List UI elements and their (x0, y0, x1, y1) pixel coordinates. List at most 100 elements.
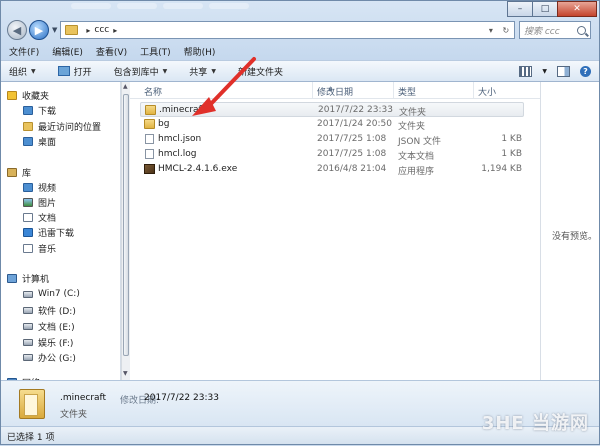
breadcrumb-folder[interactable]: ccc (94, 25, 109, 35)
file-row[interactable]: hmcl.log 2017/7/25 1:08 文本文档 1 KB (140, 147, 524, 162)
nav-libraries[interactable]: 库 (7, 165, 31, 179)
chevron-down-icon[interactable]: ▼ (542, 68, 547, 75)
column-divider[interactable] (393, 82, 394, 98)
document-icon (23, 212, 33, 222)
file-row[interactable]: bg 2017/1/24 20:50 文件夹 (140, 117, 524, 132)
search-icon[interactable] (577, 25, 586, 35)
back-button[interactable]: ◀ (7, 20, 27, 40)
nav-label: 娱乐 (F:) (38, 338, 74, 349)
share-button[interactable]: 共享 ▼ (189, 65, 216, 78)
search-input[interactable]: 搜索 ccc (519, 21, 591, 39)
nav-label: 办公 (G:) (38, 353, 76, 364)
folder-icon (145, 105, 156, 115)
drive-icon (23, 353, 33, 361)
nav-label: 文档 (E:) (38, 322, 75, 333)
nav-pictures[interactable]: 图片 (23, 195, 56, 209)
chevron-down-icon: ▼ (162, 67, 168, 75)
nav-downloads[interactable]: 下载 (23, 103, 56, 117)
file-size: 1,194 KB (481, 164, 522, 174)
drive-icon (23, 322, 33, 330)
column-divider[interactable] (312, 82, 313, 98)
column-size[interactable]: 大小 (478, 85, 496, 98)
view-options-icon[interactable] (519, 65, 533, 77)
breadcrumb-separator-icon[interactable]: ▸ (113, 26, 117, 35)
nav-label: 最近访问的位置 (38, 122, 102, 133)
menu-view[interactable]: 查看(V) (96, 45, 127, 58)
music-icon (23, 243, 33, 253)
explorer-window: – □ ✕ ◀ ▶ ▼ ▸ ccc ▸ ▾ ↻ 搜索 ccc 文件(F) 编辑(… (0, 0, 600, 445)
application-icon (144, 164, 155, 174)
nav-label: 下载 (38, 106, 57, 117)
open-icon (57, 66, 70, 76)
file-row[interactable]: hmcl.json 2017/7/25 1:08 JSON 文件 1 KB (140, 132, 524, 147)
maximize-button[interactable]: □ (532, 1, 558, 17)
menu-file[interactable]: 文件(F) (9, 45, 39, 58)
file-size: 1 KB (501, 134, 522, 144)
nav-music[interactable]: 音乐 (23, 241, 56, 255)
menu-help[interactable]: 帮助(H) (184, 45, 216, 58)
file-size: 1 KB (501, 149, 522, 159)
nav-recent-places[interactable]: 最近访问的位置 (23, 119, 101, 133)
forward-button[interactable]: ▶ (29, 20, 49, 40)
address-bar[interactable]: ▸ ccc ▸ ▾ ↻ (60, 21, 515, 39)
open-label: 打开 (73, 67, 92, 78)
view-controls: ▼ ? (519, 65, 591, 77)
window-controls: – □ ✕ (507, 1, 597, 17)
address-actions: ▾ ↻ (484, 26, 514, 35)
nav-thunder-downloads[interactable]: 迅雷下载 (23, 225, 74, 239)
open-button[interactable]: 打开 (57, 65, 92, 78)
nav-drive-g[interactable]: 办公 (G:) (23, 350, 76, 364)
chevron-down-icon[interactable]: ▾ (489, 26, 493, 35)
status-text: 已选择 1 项 (7, 433, 55, 443)
include-in-library-button[interactable]: 包含到库中 ▼ (114, 65, 168, 78)
new-folder-button[interactable]: 新建文件夹 (238, 65, 283, 78)
column-name[interactable]: 名称 (144, 85, 162, 98)
close-button[interactable]: ✕ (557, 1, 597, 17)
menu-tools[interactable]: 工具(T) (140, 45, 171, 58)
chevron-down-icon: ▼ (31, 67, 36, 75)
arrow-right-icon: ▶ (34, 23, 44, 37)
breadcrumb-separator-icon[interactable]: ▸ (86, 26, 90, 35)
nav-label: 收藏夹 (22, 91, 50, 102)
file-row[interactable]: HMCL-2.4.1.6.exe 2016/4/8 21:04 应用程序 1,1… (140, 162, 524, 177)
nav-drive-e[interactable]: 文档 (E:) (23, 319, 75, 333)
scroll-up-icon[interactable]: ▲ (123, 83, 128, 90)
file-type: 文本文档 (398, 152, 435, 162)
nav-drive-c[interactable]: Win7 (C:) (23, 287, 80, 301)
column-divider[interactable] (473, 82, 474, 98)
help-icon[interactable]: ? (580, 65, 591, 77)
text-file-icon (145, 149, 154, 159)
file-row[interactable]: .minecraft 2017/7/22 23:33 文件夹 (140, 102, 524, 118)
scroll-down-icon[interactable]: ▼ (123, 370, 128, 377)
file-name: hmcl.json (158, 134, 202, 144)
column-type[interactable]: 类型 (398, 85, 416, 98)
minimize-button[interactable]: – (507, 1, 533, 17)
organize-button[interactable]: 组织 ▼ (9, 65, 36, 78)
thunder-icon (23, 227, 33, 237)
navigation-pane: 收藏夹 下载 最近访问的位置 桌面 库 视频 图片 文档 迅雷下载 音乐 计算机… (1, 82, 121, 380)
scrollbar-thumb[interactable] (123, 94, 129, 356)
recent-pages-dropdown[interactable]: ▼ (52, 26, 57, 34)
nav-drive-f[interactable]: 娱乐 (F:) (23, 335, 73, 349)
navigation-row: ◀ ▶ ▼ ▸ ccc ▸ ▾ ↻ 搜索 ccc (7, 19, 591, 41)
nav-label: Win7 (C:) (38, 289, 80, 299)
nav-documents[interactable]: 文档 (23, 210, 56, 224)
nav-desktop[interactable]: 桌面 (23, 134, 56, 148)
column-modified[interactable]: 修改日期 (317, 85, 353, 98)
nav-drive-d[interactable]: 软件 (D:) (23, 303, 76, 317)
nav-label: 迅雷下载 (38, 228, 75, 239)
column-header: 名称 ▲ 修改日期 类型 大小 (130, 82, 540, 99)
preview-pane: 没有预览。 (540, 82, 599, 380)
drive-icon (23, 290, 33, 298)
nav-videos[interactable]: 视频 (23, 180, 56, 194)
file-name: .minecraft (159, 105, 206, 115)
desktop-icon (23, 136, 33, 146)
taskbar-ghost-tabs (71, 3, 249, 13)
nav-computer[interactable]: 计算机 (7, 271, 49, 285)
drive-icon (23, 306, 33, 314)
menu-edit[interactable]: 编辑(E) (52, 45, 83, 58)
preview-pane-icon[interactable] (557, 65, 570, 77)
nav-favorites[interactable]: 收藏夹 (7, 88, 49, 102)
navigation-scrollbar[interactable]: ▲ ▼ (121, 82, 130, 380)
refresh-icon[interactable]: ↻ (502, 26, 509, 35)
